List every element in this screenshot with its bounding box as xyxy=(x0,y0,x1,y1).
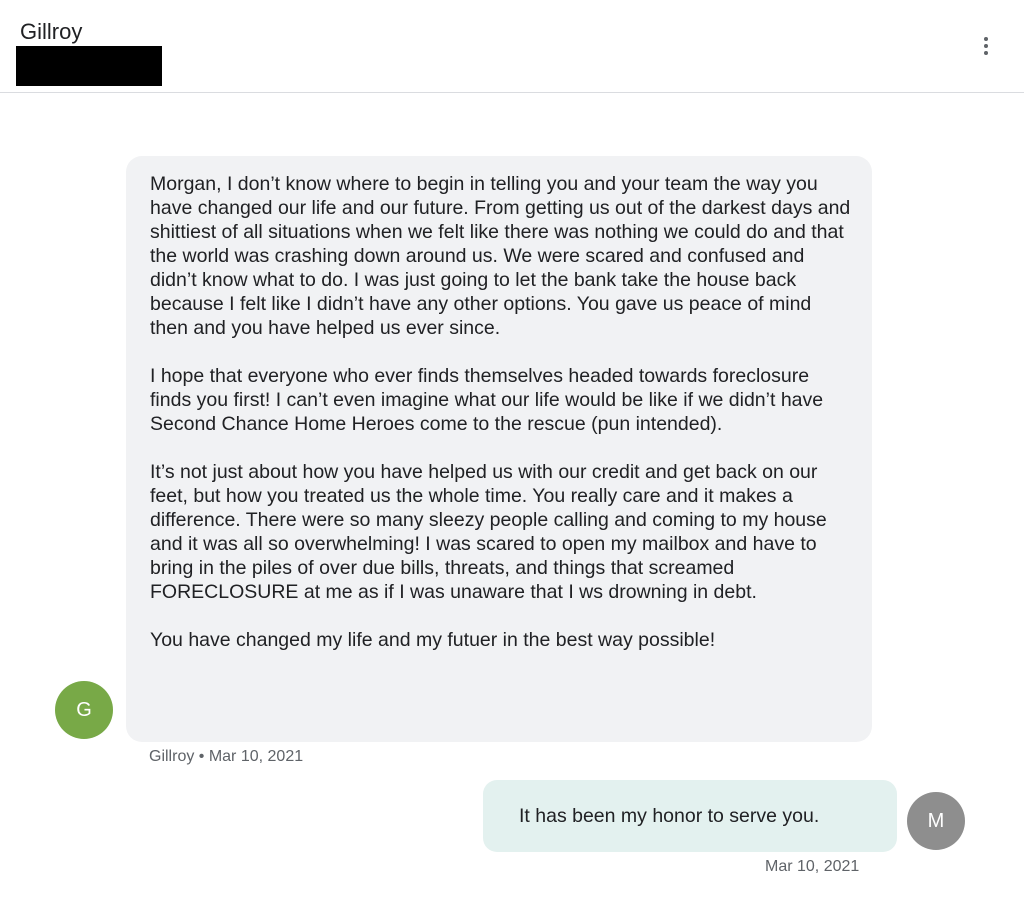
menu-dot xyxy=(984,37,988,41)
message-paragraph: I hope that everyone who ever finds them… xyxy=(150,365,824,435)
avatar[interactable]: M xyxy=(907,792,965,850)
menu-dot xyxy=(984,44,988,48)
redacted-phone-number xyxy=(16,46,162,86)
avatar[interactable]: G xyxy=(55,681,113,739)
contact-name: Gillroy xyxy=(20,19,83,44)
conversation-view: Gillroy Morgan, I don’t know where to be… xyxy=(0,0,1024,900)
message-timestamp: Gillroy • Mar 10, 2021 xyxy=(149,748,304,765)
message-timestamp: Mar 10, 2021 xyxy=(765,858,860,875)
menu-dot xyxy=(984,51,988,55)
message-paragraph: You have changed my life and my futuer i… xyxy=(150,629,716,651)
message-paragraph: It’s not just about how you have helped … xyxy=(150,461,827,603)
conversation-header: Gillroy xyxy=(0,0,1024,93)
message-paragraph: Morgan, I don’t know where to begin in t… xyxy=(150,173,851,339)
more-vert-icon[interactable] xyxy=(974,34,998,58)
outgoing-message-bubble[interactable]: It has been my honor to serve you. xyxy=(483,780,897,852)
incoming-message-bubble[interactable]: Morgan, I don’t know where to begin in t… xyxy=(126,156,872,742)
